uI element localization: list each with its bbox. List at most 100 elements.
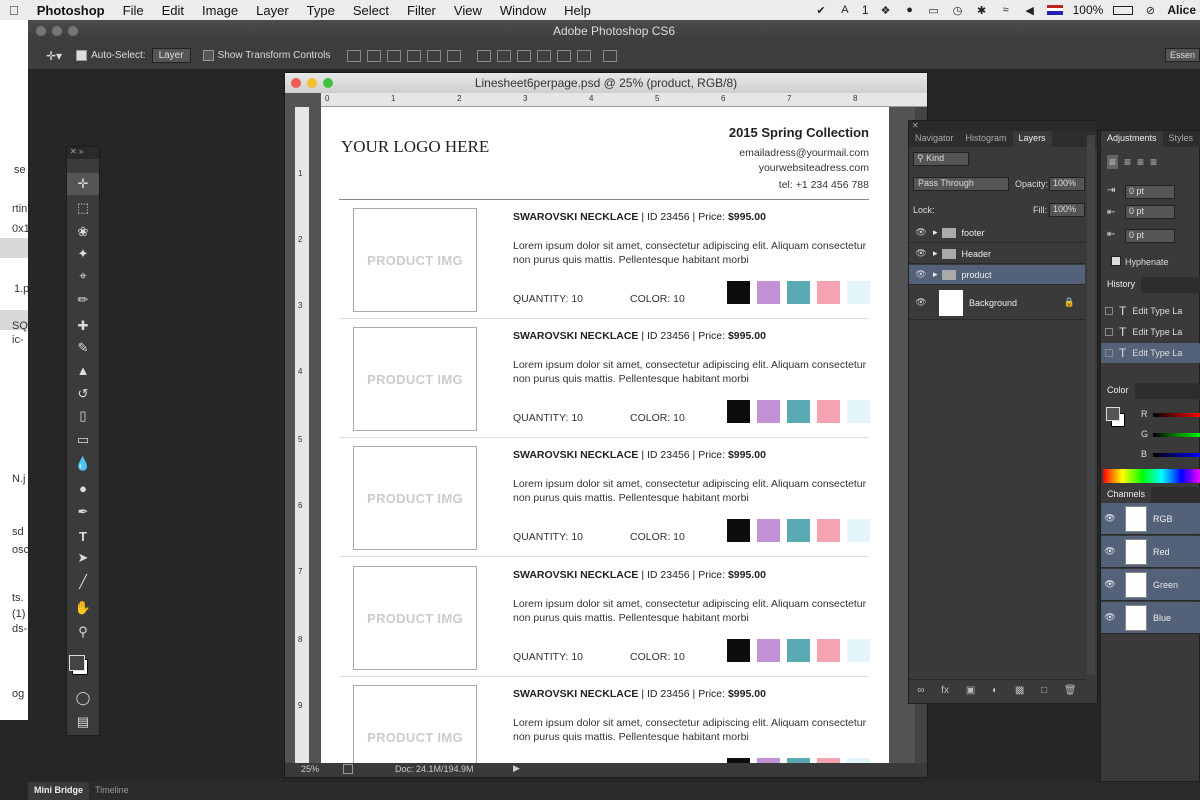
volume-icon[interactable]: ◀ [1023, 4, 1037, 17]
history-item[interactable]: T Edit Type La [1101, 322, 1200, 342]
type-tool-icon[interactable]: T [67, 525, 99, 547]
channel-row-blue[interactable]: 👁 Blue [1101, 602, 1200, 634]
eyedropper-icon[interactable]: ✏ [67, 289, 99, 311]
quick-mask-icon[interactable]: ◯ [67, 687, 99, 709]
layer-row-header[interactable]: 👁 ▸ Header [909, 244, 1085, 264]
doc-close-button[interactable] [291, 78, 301, 88]
blur-tool-icon[interactable]: 💧 [67, 453, 99, 475]
layer-row-footer[interactable]: 👁 ▸ footer [909, 223, 1085, 243]
pen-tool-icon[interactable]: ✒ [67, 501, 99, 523]
adobe-status-icon[interactable]: A [838, 4, 852, 16]
align-left-paragraph-icon[interactable]: ≡ [1107, 155, 1119, 169]
tab-timeline[interactable]: Timeline [89, 782, 135, 800]
trash-icon[interactable]: 🗑 [1064, 685, 1077, 696]
marquee-tool-icon[interactable]: ⬚ [67, 197, 99, 219]
dropbox-icon[interactable]: ❖ [879, 4, 893, 17]
menu-layer[interactable]: Layer [247, 3, 298, 18]
path-selection-icon[interactable]: ➤ [67, 547, 99, 569]
layer-kind-filter[interactable]: ⚲ Kind [913, 152, 969, 166]
eye-icon[interactable]: 👁 [1101, 546, 1119, 557]
tab-channels[interactable]: Channels [1101, 487, 1152, 503]
menu-image[interactable]: Image [193, 3, 247, 18]
tab-mini-bridge[interactable]: Mini Bridge [28, 782, 89, 800]
r-slider[interactable] [1153, 413, 1200, 417]
app-menu[interactable]: Photoshop [28, 3, 114, 18]
channel-row-green[interactable]: 👁 Green [1101, 569, 1200, 601]
battery-icon[interactable] [1113, 5, 1134, 15]
transform-controls-checkbox[interactable] [202, 50, 214, 61]
doc-minimize-button[interactable] [307, 78, 317, 88]
space-before-input[interactable]: 0 pt [1125, 205, 1175, 219]
space-after-input[interactable]: 0 pt [1125, 229, 1175, 243]
eye-icon[interactable]: 👁 [909, 248, 933, 259]
evernote-icon[interactable]: ● [903, 4, 917, 16]
color-spectrum-bar[interactable] [1103, 469, 1200, 483]
tab-color[interactable]: Color [1101, 383, 1135, 399]
history-item[interactable]: T Edit Type La [1101, 301, 1200, 321]
opacity-input[interactable]: 100% [1049, 177, 1085, 191]
distribute-bottom-icon[interactable] [517, 49, 532, 62]
document-title-bar[interactable]: Linesheet6perpage.psd @ 25% (product, RG… [285, 73, 927, 93]
doc-zoom-button[interactable] [323, 78, 333, 88]
tab-layers[interactable]: Layers [1012, 131, 1052, 147]
panel-close-icon[interactable]: ✕ [909, 121, 1097, 131]
tab-navigator[interactable]: Navigator [909, 131, 960, 147]
layer-row-background[interactable]: 👁 Background 🔒 [909, 286, 1085, 320]
distribute-hcenter-icon[interactable] [557, 49, 572, 62]
auto-select-checkbox[interactable] [76, 50, 88, 61]
fx-icon[interactable]: fx [941, 685, 949, 696]
fg-color-chip[interactable] [1106, 407, 1120, 421]
canvas-page[interactable]: YOUR LOGO HERE 2015 Spring Collection em… [321, 107, 889, 765]
line-tool-icon[interactable]: ╱ [67, 571, 99, 593]
eye-icon[interactable]: 👁 [909, 227, 933, 238]
flag-icon[interactable] [1046, 5, 1063, 15]
tab-adjustments[interactable]: Adjustments [1101, 131, 1163, 147]
expand-arrow-icon[interactable]: ▸ [933, 227, 938, 238]
crop-tool-icon[interactable]: ⌖ [67, 265, 99, 287]
tab-history[interactable]: History [1101, 277, 1142, 293]
channel-row-rgb[interactable]: 👁 RGB [1101, 503, 1200, 535]
distribute-right-icon[interactable] [577, 49, 592, 62]
tab-histogram[interactable]: Histogram [960, 131, 1013, 147]
hyphenate-checkbox[interactable] [1111, 256, 1121, 266]
mask-icon[interactable]: ▣ [966, 685, 975, 696]
align-center-paragraph-icon[interactable]: ≡ [1124, 155, 1131, 169]
toolbox-header[interactable]: ✕ » [67, 147, 99, 159]
menu-file[interactable]: File [114, 3, 153, 18]
history-item[interactable]: T Edit Type La [1101, 343, 1200, 363]
expand-arrow-icon[interactable]: ▸ [933, 248, 938, 259]
distribute-vcenter-icon[interactable] [497, 49, 512, 62]
align-hcenter-icon[interactable] [427, 49, 442, 62]
move-tool-icon[interactable]: ✛ [67, 173, 99, 195]
monitor-icon[interactable]: ▭ [927, 4, 941, 17]
align-bottom-icon[interactable] [387, 49, 402, 62]
auto-align-icon[interactable] [603, 49, 618, 62]
layers-scrollbar[interactable] [1087, 135, 1095, 675]
adjustment-icon[interactable]: ◐ [992, 685, 998, 696]
menu-window[interactable]: Window [491, 3, 555, 18]
status-arrow-icon[interactable]: ▶ [513, 763, 520, 774]
new-layer-icon[interactable]: □ [1041, 685, 1047, 696]
wifi-icon[interactable]: ≈ [999, 4, 1013, 16]
menu-view[interactable]: View [445, 3, 491, 18]
zoom-tool-icon[interactable]: ⚲ [67, 621, 99, 643]
blend-mode-dropdown[interactable]: Pass Through [913, 177, 1009, 191]
tab-styles[interactable]: Styles [1163, 131, 1200, 147]
eye-icon[interactable]: 👁 [1101, 513, 1119, 524]
history-brush-icon[interactable]: ↺ [67, 383, 99, 405]
lasso-tool-icon[interactable]: ❀ [67, 221, 99, 243]
eye-icon[interactable]: 👁 [1101, 579, 1119, 590]
close-window-button[interactable] [36, 26, 46, 36]
menu-select[interactable]: Select [344, 3, 398, 18]
align-vcenter-icon[interactable] [367, 49, 382, 62]
eye-icon[interactable]: 👁 [909, 269, 933, 280]
vertical-ruler[interactable]: 1 2 3 4 5 6 7 8 9 [295, 107, 309, 767]
checkmark-status-icon[interactable]: ✔ [814, 4, 828, 17]
g-slider[interactable] [1153, 433, 1200, 437]
time-machine-icon[interactable]: ◷ [951, 4, 965, 17]
minimize-window-button[interactable] [52, 26, 62, 36]
apple-icon[interactable]:  [0, 3, 28, 18]
zoom-level[interactable]: 25% [301, 764, 319, 774]
magic-wand-icon[interactable]: ✦ [67, 243, 99, 265]
user-name[interactable]: Alice [1167, 3, 1196, 17]
